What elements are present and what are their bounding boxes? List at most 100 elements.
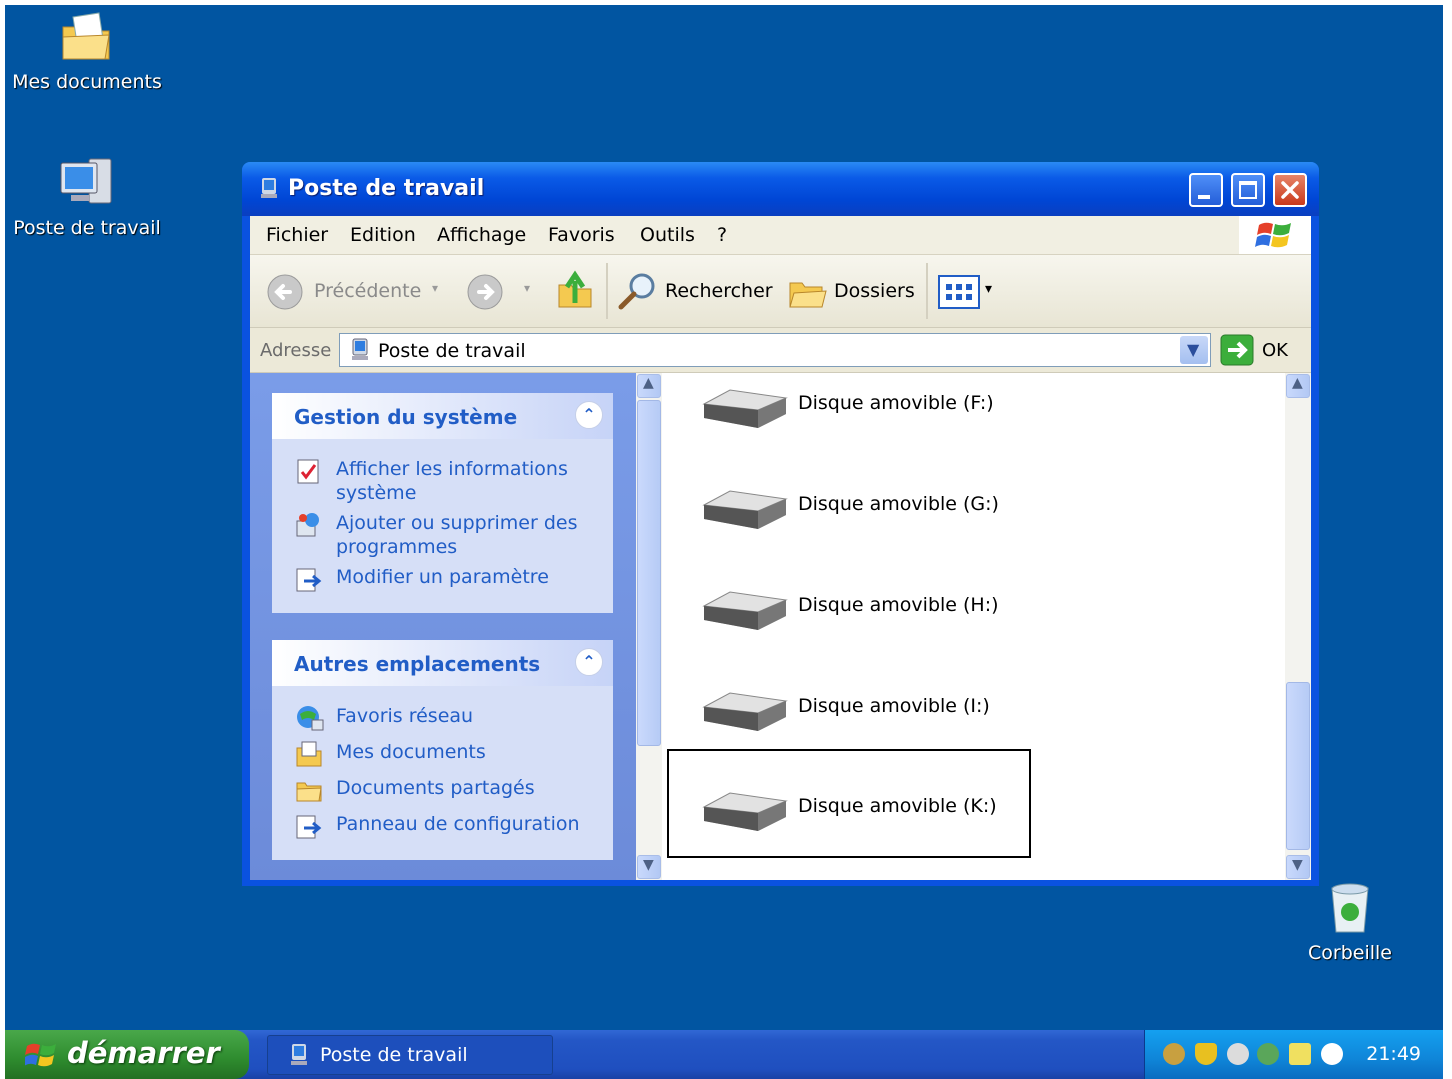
- my-computer-icon: [261, 178, 277, 198]
- title-bar[interactable]: Poste de travail: [242, 162, 1319, 216]
- drive-label: Disque amovible (G:): [798, 493, 999, 515]
- windows-logo: [1239, 216, 1311, 254]
- start-button[interactable]: démarrer: [5, 1030, 249, 1079]
- minimize-icon: [1198, 195, 1210, 199]
- content-scrollbar[interactable]: ▲ ▼: [1285, 373, 1311, 880]
- address-value: Poste de travail: [378, 340, 526, 362]
- close-icon: [1281, 181, 1299, 199]
- network-places-icon: [297, 706, 324, 731]
- link-line: Panneau de configuration: [336, 813, 580, 835]
- back-label: Précédente: [314, 280, 422, 302]
- desktop-icon-label: Mes documents: [12, 71, 162, 93]
- folders-label: Dossiers: [834, 280, 915, 302]
- window-client-area: Fichier Edition Affichage Favoris Outils…: [250, 216, 1311, 880]
- drive-item[interactable]: Disque amovible (H:): [700, 586, 999, 638]
- recycle-bin-icon: [1331, 883, 1369, 933]
- control-panel-icon: [296, 815, 322, 839]
- drive-item[interactable]: Disque amovible (G:): [700, 485, 999, 537]
- scroll-up-button[interactable]: ▲: [637, 374, 661, 398]
- panel-title: Autres emplacements: [294, 652, 541, 676]
- link-line: Mes documents: [336, 741, 486, 763]
- drive-label: Disque amovible (F:): [798, 392, 994, 414]
- menu-edition[interactable]: Edition: [350, 224, 416, 246]
- security-shield-icon[interactable]: [1195, 1043, 1217, 1065]
- folders-icon: [789, 282, 827, 308]
- chevron-down-icon: ▾: [524, 281, 531, 295]
- drive-item[interactable]: Disque amovible (I:): [700, 687, 990, 739]
- link-line: Favoris réseau: [336, 705, 474, 727]
- other-places-header[interactable]: Autres emplacements ⌃: [272, 640, 613, 686]
- scroll-thumb[interactable]: [637, 400, 661, 746]
- start-label: démarrer: [67, 1036, 220, 1070]
- search-icon: [618, 273, 655, 310]
- drives-list: Disque amovible (F:) Disque amovible (G:…: [662, 373, 1285, 880]
- windows-flag-icon: [25, 1043, 56, 1067]
- up-folder-button[interactable]: [555, 269, 595, 316]
- collapse-chevron-icon[interactable]: ⌃: [575, 648, 603, 676]
- maximize-button[interactable]: [1231, 173, 1265, 207]
- menu-help[interactable]: ?: [717, 224, 727, 246]
- scroll-thumb[interactable]: [1286, 682, 1310, 850]
- minimize-button[interactable]: [1189, 173, 1223, 207]
- tasks-pane: Gestion du système ⌃ Afficher les inform…: [250, 373, 636, 880]
- menu-favoris[interactable]: Favoris: [548, 224, 615, 246]
- taskbar: démarrer Poste de travail 21:49: [5, 1030, 1443, 1079]
- antivirus-icon[interactable]: [1321, 1043, 1343, 1065]
- chevron-up-icon: ▲: [1292, 375, 1303, 391]
- system-tasks-header[interactable]: Gestion du système ⌃: [272, 393, 613, 439]
- collapse-chevron-icon[interactable]: ⌃: [575, 401, 603, 429]
- search-label: Rechercher: [665, 280, 773, 302]
- explorer-window: Poste de travail Fichier Edition Afficha…: [242, 162, 1319, 886]
- usb-safely-remove-icon[interactable]: [1257, 1043, 1279, 1065]
- menu-outils[interactable]: Outils: [640, 224, 695, 246]
- folder-up-icon: [558, 270, 592, 308]
- menu-fichier[interactable]: Fichier: [266, 224, 328, 246]
- scroll-up-button[interactable]: ▲: [1286, 374, 1310, 398]
- link-line: Modifier un paramètre: [336, 566, 549, 588]
- ati-tray-icon[interactable]: [1289, 1043, 1311, 1065]
- address-label: Adresse: [260, 340, 332, 361]
- scroll-down-button[interactable]: ▼: [637, 855, 661, 879]
- volume-icon[interactable]: [1227, 1043, 1249, 1065]
- network-globe-icon[interactable]: [1163, 1043, 1185, 1065]
- menu-affichage[interactable]: Affichage: [437, 224, 526, 246]
- address-input[interactable]: Poste de travail ▼: [339, 333, 1211, 367]
- toolbar: Précédente ▾ ▾ Rechercher Dossiers ▾: [250, 255, 1311, 328]
- desktop-icon-recycle-bin[interactable]: Corbeille: [1270, 880, 1430, 964]
- go-label: OK: [1262, 340, 1288, 361]
- removable-disk-icon: [702, 490, 788, 529]
- system-info-icon: [297, 459, 319, 484]
- windows-flag-icon: [1255, 222, 1291, 248]
- scroll-down-button[interactable]: ▼: [1286, 855, 1310, 879]
- views-grid-icon: [938, 275, 980, 309]
- address-dropdown-button[interactable]: ▼: [1180, 336, 1208, 364]
- panel-title: Gestion du système: [294, 405, 518, 429]
- desktop-icon-my-computer[interactable]: Poste de travail: [7, 155, 167, 239]
- my-computer-icon: [291, 1044, 307, 1065]
- go-arrow-icon: [1220, 334, 1254, 366]
- drive-item[interactable]: Disque amovible (F:): [700, 384, 994, 436]
- views-button[interactable]: ▾: [938, 275, 992, 314]
- link-line: Documents partagés: [336, 777, 535, 799]
- removable-disk-icon: [702, 591, 788, 630]
- tasks-pane-scrollbar[interactable]: ▲ ▼: [636, 373, 662, 880]
- control-panel-icon: [296, 568, 322, 592]
- my-documents-icon: [296, 741, 322, 767]
- chevron-down-icon: ▼: [1292, 857, 1303, 873]
- system-tasks-panel: Gestion du système ⌃ Afficher les inform…: [272, 393, 613, 613]
- toolbar-separator: [606, 263, 608, 319]
- chevron-down-icon: ▾: [985, 281, 993, 297]
- shared-folder-icon: [296, 782, 322, 802]
- add-remove-programs-icon: [296, 513, 319, 537]
- desktop-icon-my-documents[interactable]: Mes documents: [7, 9, 167, 93]
- system-tray: 21:49: [1144, 1030, 1443, 1079]
- drive-item-selected[interactable]: Disque amovible (K:): [700, 787, 997, 839]
- drive-label: Disque amovible (I:): [798, 695, 990, 717]
- removable-disk-icon: [702, 692, 788, 731]
- back-arrow-icon: [267, 274, 303, 310]
- taskbar-item-explorer[interactable]: Poste de travail: [267, 1035, 553, 1075]
- chevron-down-icon: ▾: [432, 281, 439, 295]
- other-places-panel: Autres emplacements ⌃ Favoris réseau Mes…: [272, 640, 613, 860]
- desktop-icon-label: Poste de travail: [13, 217, 161, 239]
- close-button[interactable]: [1273, 173, 1307, 207]
